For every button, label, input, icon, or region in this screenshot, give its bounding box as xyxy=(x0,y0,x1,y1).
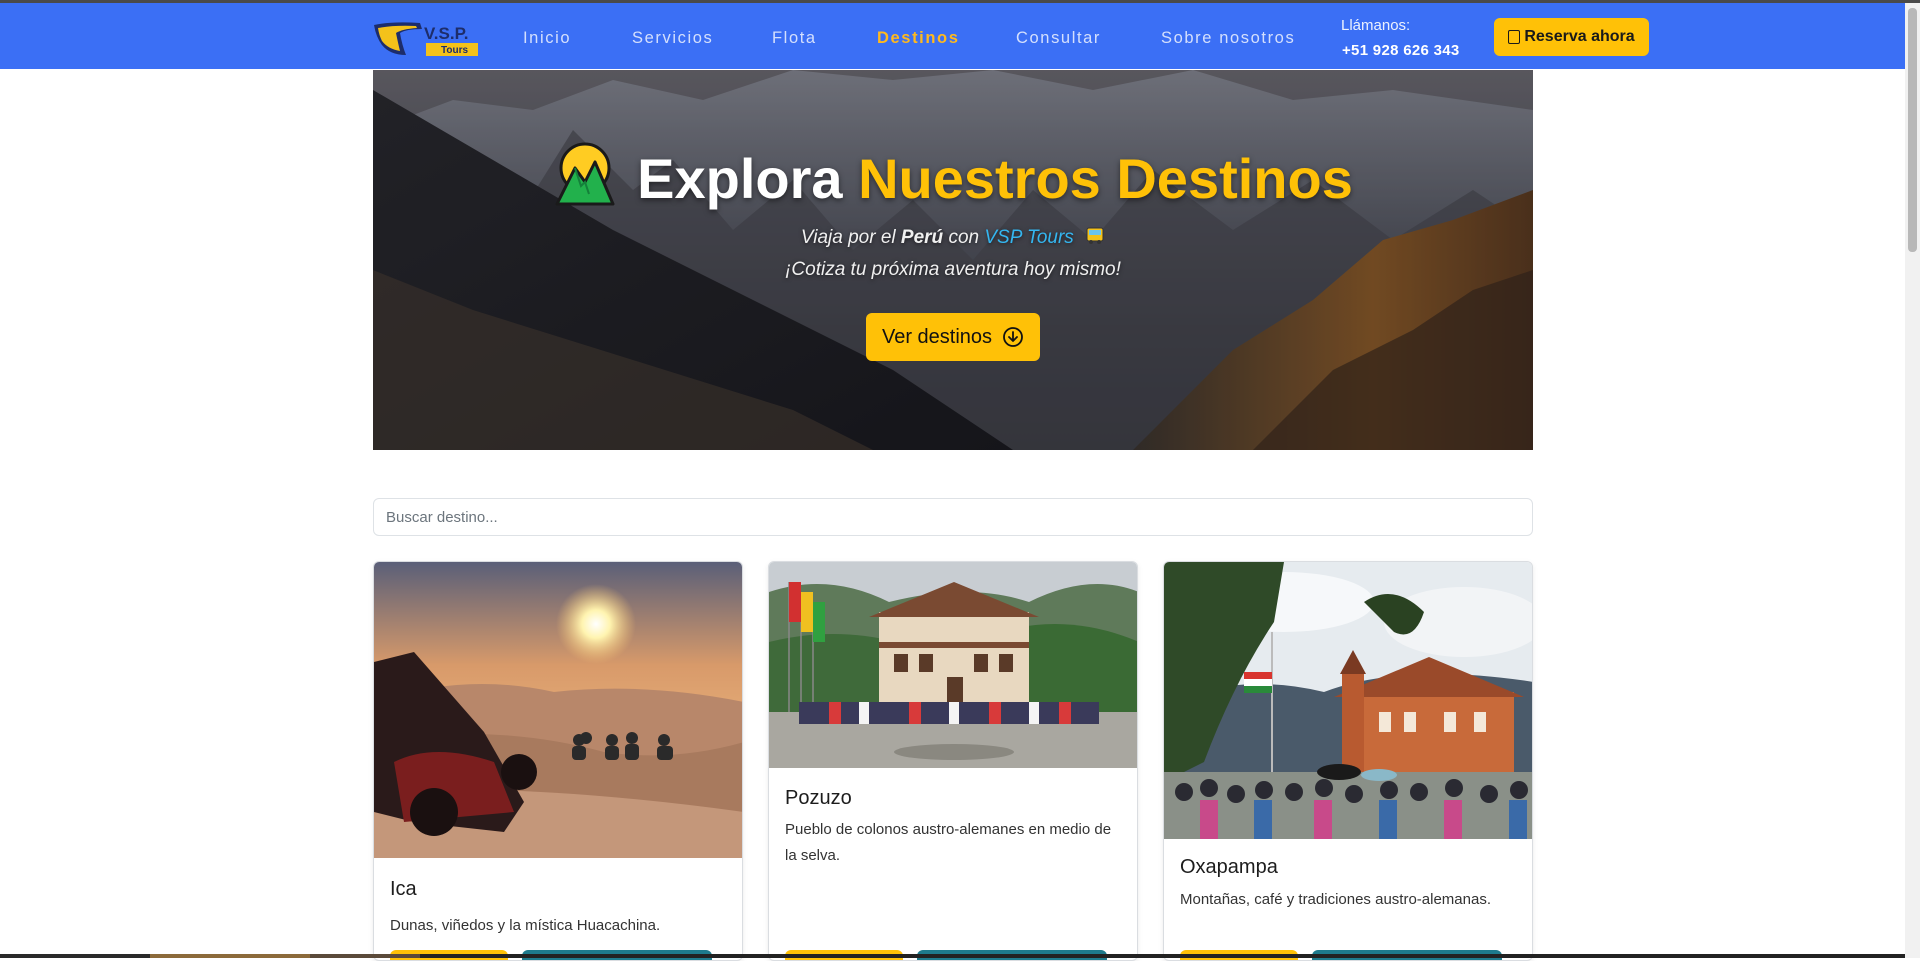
nav-servicios[interactable]: Servicios xyxy=(632,29,713,48)
nav-sobre-nosotros[interactable]: Sobre nosotros xyxy=(1161,29,1295,48)
oxapampa-photo xyxy=(1164,562,1532,839)
hero-banner: Explora Nuestros Destinos Viaja por el P… xyxy=(373,70,1533,450)
nav-inicio[interactable]: Inicio xyxy=(523,29,571,48)
reserve-now-label: Reserva ahora xyxy=(1524,28,1635,45)
svg-text:Tours: Tours xyxy=(441,45,468,56)
destination-card-ica[interactable]: Ica Dunas, viñedos y la mística Huacachi… xyxy=(373,561,743,961)
subtitle-with: con xyxy=(948,227,980,248)
ica-photo xyxy=(374,562,742,858)
card-title: Oxapampa xyxy=(1180,856,1278,878)
reserve-now-button[interactable]: Reserva ahora xyxy=(1494,18,1649,56)
destination-search-input[interactable] xyxy=(373,498,1533,536)
svg-text:V.S.P.: V.S.P. xyxy=(424,24,468,43)
card-description: Montañas, café y tradiciones austro-alem… xyxy=(1180,891,1491,908)
destination-card-pozuzo[interactable]: Pozuzo Pueblo de colonos austro-alemanes… xyxy=(768,561,1138,961)
hero-title-accent: Nuestros Destinos xyxy=(858,147,1353,210)
card-title: Ica xyxy=(390,878,417,900)
navbar: V.S.P. Tours Inicio Servicios Flota Dest… xyxy=(0,3,1905,69)
view-destinations-button[interactable]: Ver destinos xyxy=(866,313,1040,361)
hero-title-main: Explora xyxy=(637,147,843,210)
hero-subtitle: Viaja por el Perú con VSP Tours ¡Cotiza … xyxy=(373,222,1533,286)
page-scrollbar-thumb[interactable] xyxy=(1908,8,1917,252)
card-title: Pozuzo xyxy=(785,787,852,809)
nav-consultar[interactable]: Consultar xyxy=(1016,29,1101,48)
calendar-icon xyxy=(1508,30,1521,44)
subtitle-brand: VSP Tours xyxy=(984,227,1074,248)
bottom-content-strip xyxy=(0,954,1905,958)
pozuzo-photo xyxy=(769,562,1137,768)
mountain-emoji-icon xyxy=(555,142,615,206)
hero-title: Explora Nuestros Destinos xyxy=(373,142,1533,211)
call-number[interactable]: +51 928 626 343 xyxy=(1342,42,1460,59)
subtitle-prefix: Viaja por el xyxy=(800,227,896,248)
subtitle-country: Perú xyxy=(900,227,944,248)
view-destinations-label: Ver destinos xyxy=(881,325,993,348)
subtitle-line2: ¡Cotiza tu próxima aventura hoy mismo! xyxy=(785,259,1121,280)
nav-destinos[interactable]: Destinos xyxy=(877,29,959,48)
call-label: Llámanos: xyxy=(1341,17,1411,34)
nav-flota[interactable]: Flota xyxy=(772,29,817,48)
vsp-tours-logo[interactable]: V.S.P. Tours xyxy=(372,19,480,59)
bus-icon xyxy=(1086,227,1104,244)
card-description: Dunas, viñedos y la mística Huacachina. xyxy=(390,917,661,934)
destination-card-oxapampa[interactable]: Oxapampa Montañas, café y tradiciones au… xyxy=(1163,561,1533,961)
card-description: Pueblo de colonos austro-alemanes en med… xyxy=(785,821,1112,864)
arrow-down-circle-icon xyxy=(1003,327,1023,347)
